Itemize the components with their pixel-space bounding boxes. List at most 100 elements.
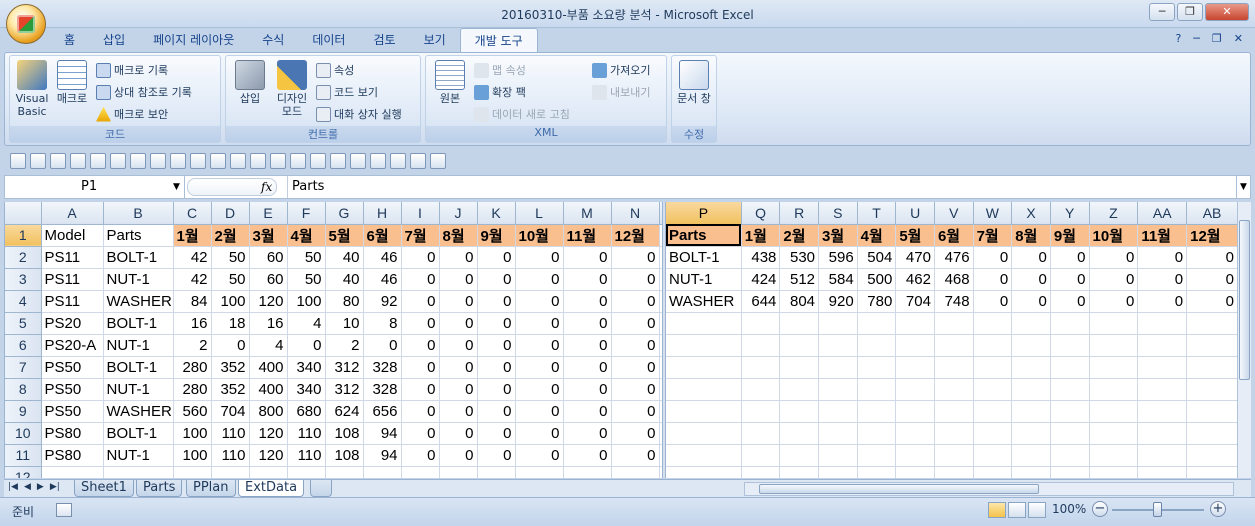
- cell[interactable]: 280: [173, 356, 212, 379]
- cell[interactable]: 584: [818, 268, 858, 291]
- form-icon[interactable]: [190, 153, 206, 169]
- cell[interactable]: PS11: [41, 268, 104, 291]
- cell[interactable]: [934, 312, 974, 335]
- tab-formulas[interactable]: 수식: [248, 28, 298, 52]
- cell[interactable]: PS50: [41, 356, 104, 379]
- cell[interactable]: 470: [895, 246, 935, 269]
- cell[interactable]: [1011, 312, 1051, 335]
- cell[interactable]: 0: [477, 290, 516, 313]
- cell[interactable]: 0: [563, 378, 612, 401]
- zoom-slider-handle[interactable]: [1153, 502, 1162, 517]
- cell[interactable]: 0: [515, 334, 564, 357]
- cell[interactable]: [779, 422, 820, 445]
- cell[interactable]: [1089, 400, 1139, 423]
- cell[interactable]: [1011, 466, 1051, 478]
- cell[interactable]: 0: [563, 290, 612, 313]
- cell[interactable]: [666, 312, 742, 335]
- cell[interactable]: BOLT-1: [103, 312, 174, 335]
- cell[interactable]: NUT-1: [103, 444, 174, 467]
- cell[interactable]: [1137, 422, 1188, 445]
- column-header[interactable]: Z: [1089, 202, 1139, 225]
- cell[interactable]: [818, 444, 858, 467]
- column-header[interactable]: G: [325, 202, 364, 225]
- cell[interactable]: [934, 466, 974, 478]
- cell[interactable]: [1137, 444, 1188, 467]
- cell[interactable]: 50: [211, 268, 250, 291]
- column-header[interactable]: U: [895, 202, 935, 225]
- cell[interactable]: 94: [363, 422, 402, 445]
- cell[interactable]: 50: [211, 246, 250, 269]
- cell[interactable]: 644: [741, 290, 781, 313]
- cell[interactable]: 0: [1050, 290, 1090, 313]
- cell[interactable]: [1011, 422, 1051, 445]
- column-header[interactable]: AB: [1186, 202, 1237, 225]
- tab-data[interactable]: 데이터: [298, 28, 359, 52]
- cell[interactable]: [103, 466, 174, 478]
- cell[interactable]: 108: [325, 422, 364, 445]
- row-header[interactable]: 11: [5, 444, 42, 467]
- cell[interactable]: 0: [1050, 268, 1090, 291]
- cell[interactable]: 0: [401, 444, 440, 467]
- cell[interactable]: NUT-1: [103, 334, 174, 357]
- cell[interactable]: [1050, 334, 1090, 357]
- sheet-tab-parts[interactable]: Parts: [136, 480, 183, 497]
- zoom-level[interactable]: 100%: [1052, 502, 1086, 516]
- map-properties-button[interactable]: 맵 속성: [474, 60, 526, 80]
- properties-button[interactable]: 속성: [316, 60, 354, 80]
- draw-icon[interactable]: [210, 153, 226, 169]
- cell[interactable]: 5월: [325, 224, 364, 247]
- cell[interactable]: [41, 466, 104, 478]
- cell[interactable]: 0: [611, 444, 660, 467]
- cell[interactable]: 110: [287, 444, 326, 467]
- tab-home[interactable]: 홈: [50, 28, 89, 52]
- tab-view[interactable]: 보기: [410, 28, 460, 52]
- cell[interactable]: 0: [477, 378, 516, 401]
- last-sheet-icon[interactable]: ▶|: [50, 482, 60, 492]
- cell[interactable]: 0: [477, 444, 516, 467]
- row-header[interactable]: 8: [5, 378, 42, 401]
- cell[interactable]: [1011, 400, 1051, 423]
- cell[interactable]: [973, 378, 1013, 401]
- cell[interactable]: 0: [401, 356, 440, 379]
- group-icon[interactable]: [130, 153, 146, 169]
- macro-record-icon[interactable]: [56, 503, 72, 517]
- visual-basic-button[interactable]: Visual Basic: [14, 60, 50, 118]
- cell[interactable]: [1186, 422, 1237, 445]
- cell[interactable]: 0: [1089, 246, 1139, 269]
- cell[interactable]: [779, 312, 820, 335]
- cell[interactable]: 0: [401, 312, 440, 335]
- cell[interactable]: [1089, 444, 1139, 467]
- column-header[interactable]: P: [666, 202, 742, 225]
- cell[interactable]: [1186, 356, 1237, 379]
- select-objects-icon[interactable]: [110, 153, 126, 169]
- cell[interactable]: 0: [515, 356, 564, 379]
- cell[interactable]: 0: [401, 268, 440, 291]
- minimize-button[interactable]: ─: [1149, 3, 1175, 21]
- cell[interactable]: BOLT-1: [103, 422, 174, 445]
- xml-source-button[interactable]: 원본: [432, 60, 468, 105]
- select-all-corner[interactable]: [5, 202, 42, 225]
- cell[interactable]: [611, 466, 660, 478]
- save-icon[interactable]: [10, 153, 26, 169]
- cell[interactable]: 18: [211, 312, 250, 335]
- cell[interactable]: PS11: [41, 290, 104, 313]
- cell[interactable]: 60: [249, 246, 288, 269]
- cell[interactable]: 0: [515, 290, 564, 313]
- cell[interactable]: 0: [611, 290, 660, 313]
- cell[interactable]: 0: [611, 378, 660, 401]
- send-back-icon[interactable]: [250, 153, 266, 169]
- cell[interactable]: 0: [515, 312, 564, 335]
- normal-view-icon[interactable]: [988, 502, 1006, 518]
- record-macro-button[interactable]: 매크로 기록: [96, 60, 168, 80]
- column-header[interactable]: R: [779, 202, 820, 225]
- cell[interactable]: 0: [439, 378, 478, 401]
- cell[interactable]: [477, 466, 516, 478]
- cell[interactable]: [779, 378, 820, 401]
- cell[interactable]: 2월: [779, 224, 820, 247]
- row-header[interactable]: 6: [5, 334, 42, 357]
- cell[interactable]: WASHER: [666, 290, 742, 313]
- help-icon[interactable]: ?: [1175, 32, 1181, 45]
- active-cell[interactable]: Parts: [666, 224, 742, 247]
- office-button[interactable]: [6, 4, 46, 44]
- cell[interactable]: 46: [363, 268, 402, 291]
